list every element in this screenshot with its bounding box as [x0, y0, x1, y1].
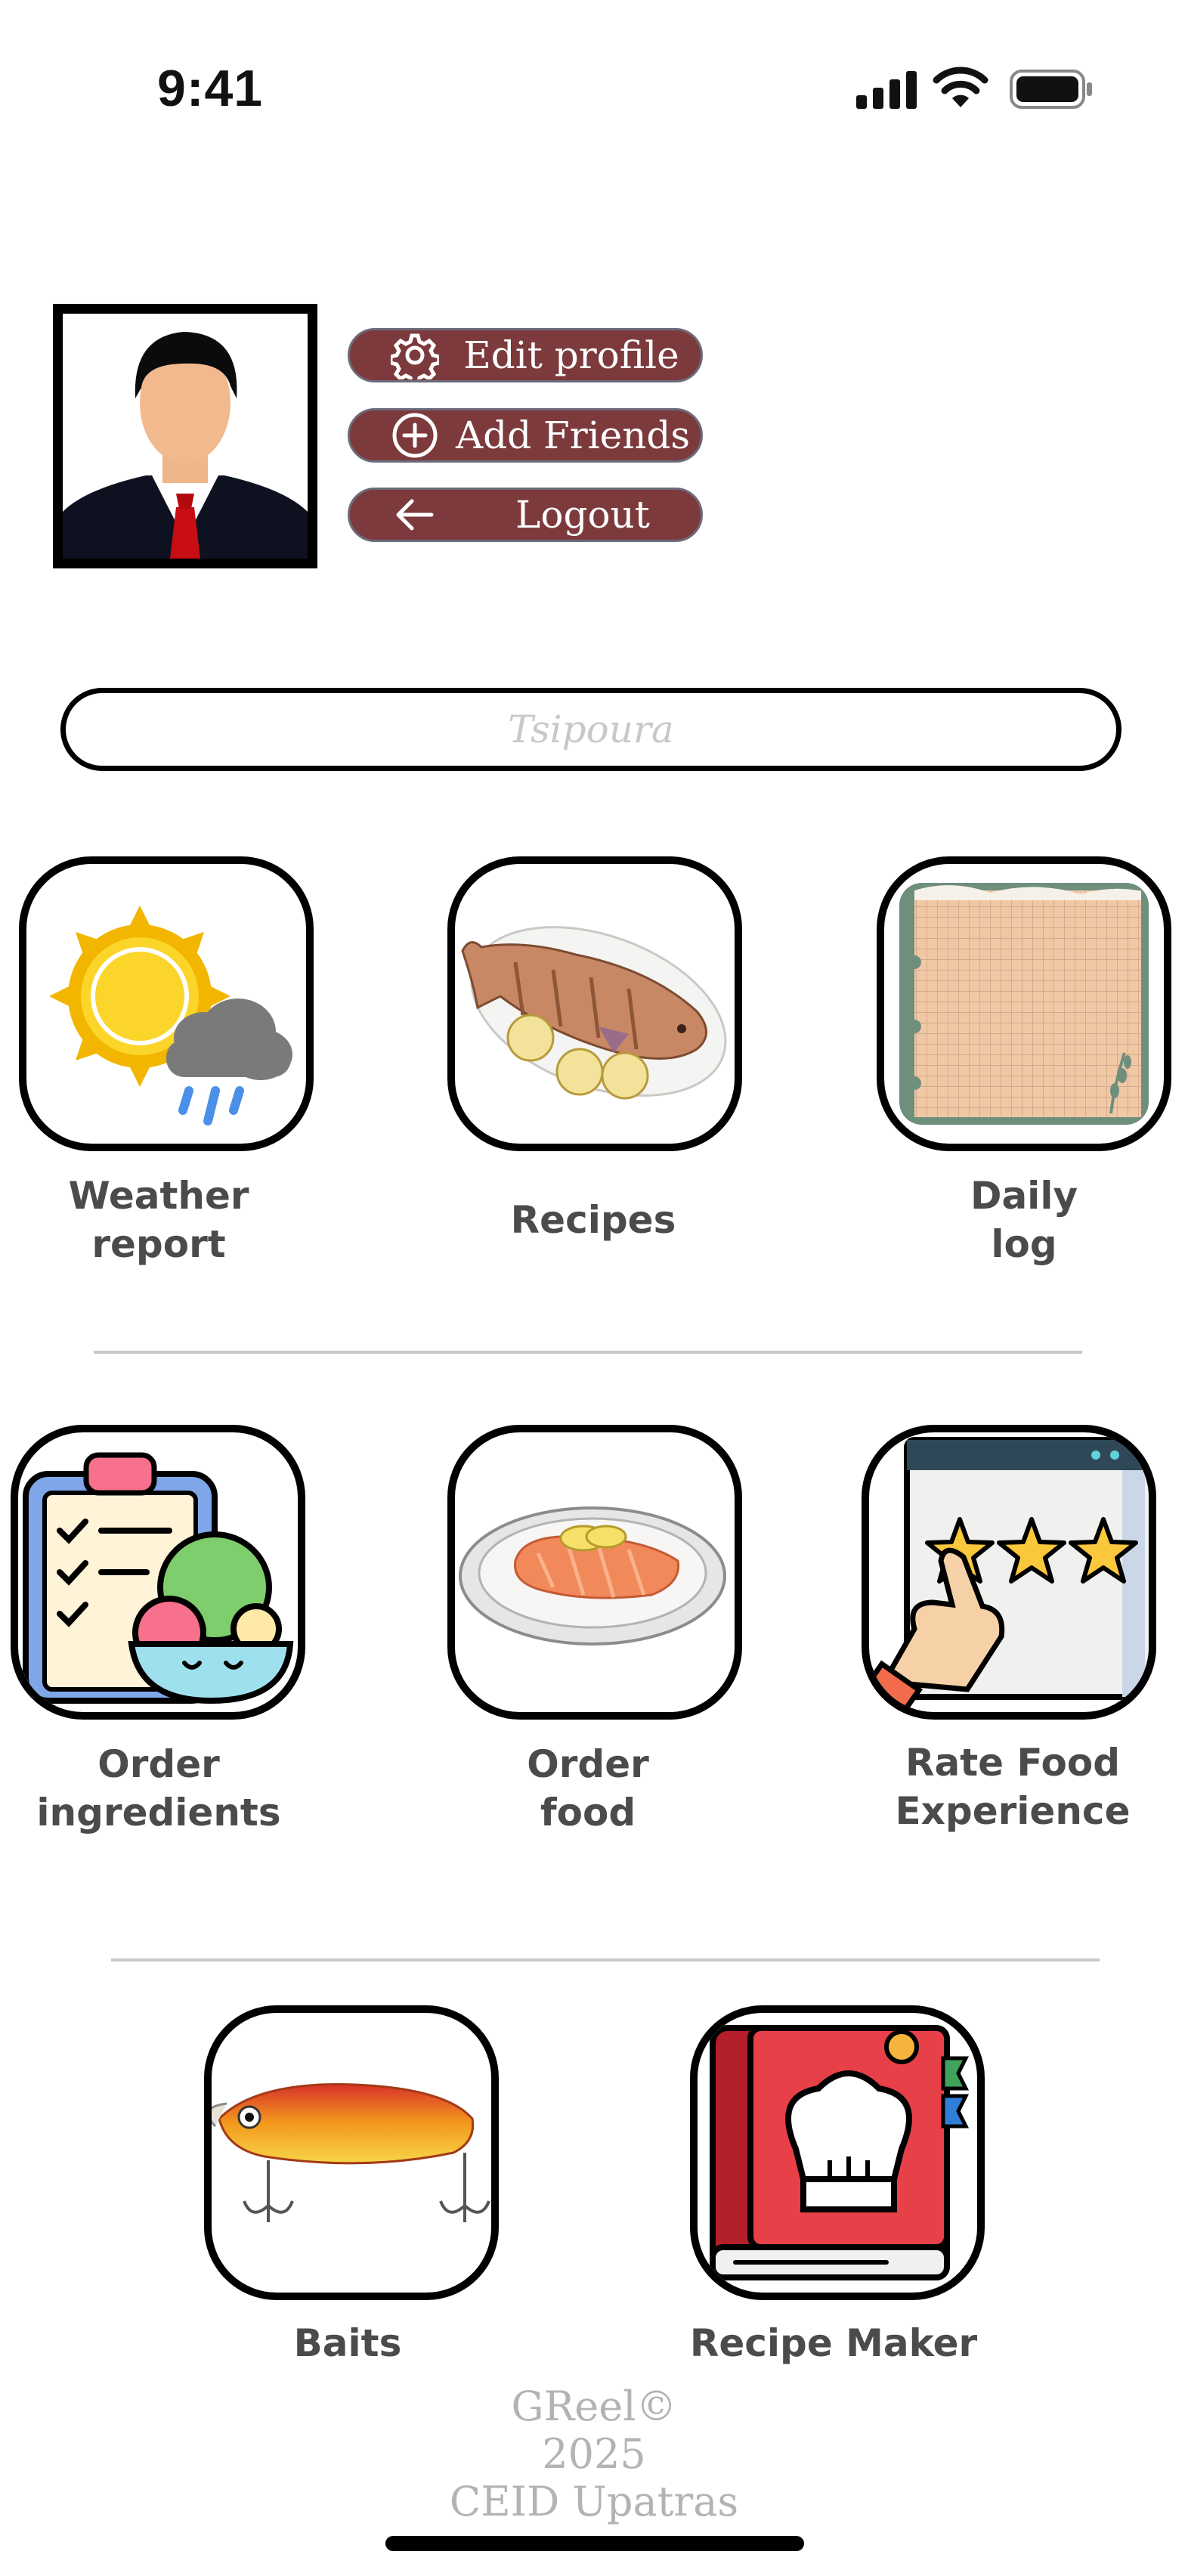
edit-profile-label: Edit profile — [463, 333, 679, 377]
cookbook-icon — [710, 2025, 970, 2280]
grilled-fish-icon — [461, 926, 727, 1100]
footer-org: CEID Upatras — [449, 2478, 739, 2525]
tile-label-recipes: Recipes — [510, 1198, 676, 1242]
edit-profile-button[interactable]: Edit profile — [348, 328, 703, 382]
tile-rate-food-experience[interactable] — [862, 1425, 1156, 1720]
weather-icon — [49, 906, 292, 1125]
tile-order-ingredients[interactable] — [11, 1425, 305, 1720]
tile-order-food[interactable] — [447, 1425, 742, 1720]
cellular-signal-icon — [856, 71, 917, 109]
tile-daily-log[interactable] — [877, 856, 1171, 1151]
tile-label-daily-log: Daily log — [970, 1174, 1078, 1266]
tile-recipes[interactable] — [447, 856, 742, 1151]
clipboard-salad-icon — [23, 1452, 294, 1704]
tile-label-order-food: Order food — [527, 1742, 649, 1834]
section-divider — [111, 1958, 1100, 1961]
footer-brand: GReel© — [511, 2382, 677, 2430]
fishing-lure-icon — [212, 2083, 490, 2222]
tile-label-baits: Baits — [293, 2321, 402, 2365]
search-bar[interactable] — [60, 688, 1121, 771]
battery-icon — [1010, 70, 1092, 109]
home-indicator[interactable] — [385, 2536, 804, 2551]
tile-label-rate-food-experience: Rate Food Experience — [895, 1741, 1131, 1833]
plus-circle-icon — [392, 413, 438, 458]
status-time: 9:41 — [157, 60, 264, 117]
tile-label-order-ingredients: Order ingredients — [36, 1742, 281, 1834]
tile-weather-report[interactable] — [19, 856, 314, 1151]
user-avatar-icon — [63, 314, 308, 559]
tile-baits[interactable] — [204, 2005, 499, 2300]
rating-stars-icon — [869, 1437, 1149, 1712]
logout-button[interactable]: Logout — [348, 488, 703, 542]
salmon-plate-icon — [459, 1506, 726, 1646]
tile-label-recipe-maker: Recipe Maker — [689, 2321, 978, 2365]
notebook-icon — [899, 883, 1149, 1125]
add-friends-button[interactable]: Add Friends — [348, 408, 703, 463]
arrow-left-icon — [396, 499, 434, 531]
tile-recipe-maker[interactable] — [690, 2005, 985, 2300]
logout-label: Logout — [515, 493, 650, 537]
footer-year: 2025 — [542, 2430, 646, 2478]
add-friends-label: Add Friends — [456, 413, 691, 457]
section-divider — [94, 1351, 1082, 1354]
tile-label-weather-report: Weather report — [68, 1174, 249, 1266]
search-input[interactable] — [66, 693, 1116, 766]
avatar[interactable] — [53, 304, 317, 568]
wifi-icon — [933, 67, 988, 107]
gear-icon — [391, 333, 439, 379]
